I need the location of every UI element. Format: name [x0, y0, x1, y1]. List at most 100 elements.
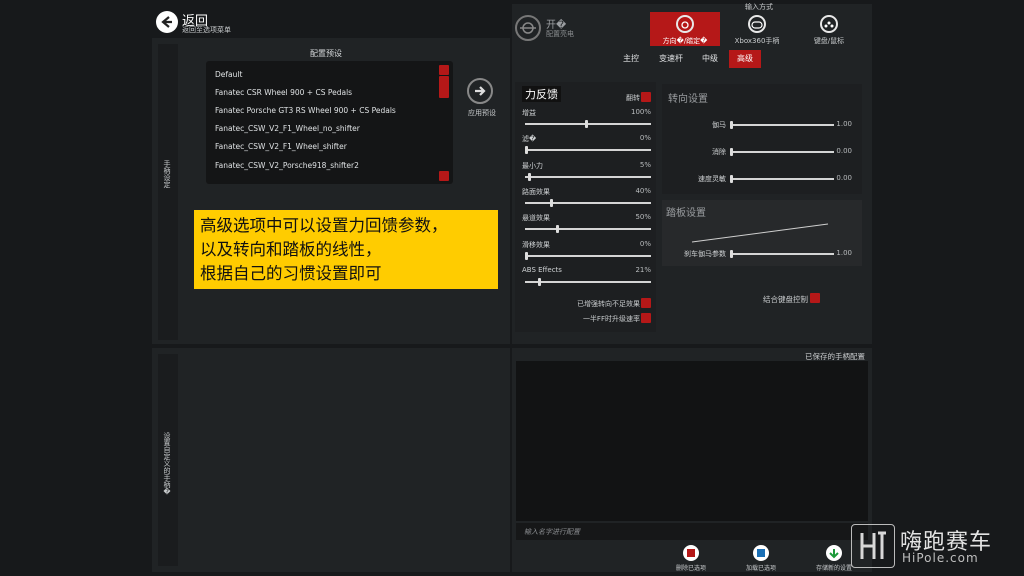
ff-slider-label: 最小力 [522, 161, 543, 170]
ff-slider-value: 5% [639, 160, 651, 169]
saved-configs-list[interactable] [516, 361, 868, 521]
caption-line: 高级选项中可以设置力回馈参数， [200, 216, 448, 235]
load-selected-button[interactable]: 加载已选项 [742, 545, 780, 575]
input-option-label: 键盘/鼠标 [813, 37, 845, 45]
steering-slider-value: 0.00 [836, 147, 852, 155]
pedals-title: 踏板设置 [666, 208, 706, 219]
back-sublabel: 返回至选项菜单 [182, 26, 231, 34]
slider-knob[interactable] [585, 120, 588, 128]
brake-gamma-slider[interactable] [730, 250, 834, 258]
load-label: 加载已选项 [745, 565, 776, 572]
invert-checkbox[interactable] [641, 92, 651, 102]
slider-knob[interactable] [550, 198, 553, 207]
mode-sublabel: 配置亮电 [546, 30, 574, 38]
tab-shifter[interactable]: 变速杆 [652, 50, 690, 68]
ff-slider-label: 路面效果 [522, 187, 550, 196]
ff-slider-label: 滑移效果 [522, 240, 550, 249]
keyboard-mouse-icon [820, 15, 838, 33]
slider-knob[interactable] [528, 172, 531, 181]
preset-item[interactable]: Fanatec Porsche GT3 RS Wheel 900 + CS Pe… [215, 106, 396, 115]
ff-slider-value: 0% [639, 134, 651, 143]
preset-item[interactable]: Fanatec_CSW_V2_Porsche918_shifter2 [215, 161, 359, 170]
preset-item[interactable]: Fanatec CSR Wheel 900 + CS Pedals [215, 88, 352, 97]
ff-slider[interactable] [525, 120, 651, 128]
gamepad-icon [748, 15, 766, 33]
caption-line: 以及转向和踏板的线性， [200, 240, 382, 259]
save-new-button[interactable]: 存储新的设置 [814, 545, 854, 575]
ff-slider[interactable] [525, 146, 651, 155]
scroll-down-button[interactable] [439, 171, 449, 181]
steering-title: 转向设置 [668, 94, 708, 105]
ff-slider-value: 50% [635, 213, 651, 222]
input-option-keyboard[interactable]: 键盘/鼠标 [794, 12, 864, 46]
ff-slider[interactable] [525, 251, 651, 260]
input-option-wheel[interactable]: 方向�/踏定� [650, 12, 720, 46]
scroll-thumb[interactable] [439, 76, 449, 98]
pedal-curve [691, 223, 829, 243]
steering-slider-value: 1.00 [836, 120, 852, 128]
delete-selected-button[interactable]: 删除已选项 [672, 545, 710, 575]
slider-knob[interactable] [525, 146, 528, 155]
save-icon [826, 545, 842, 561]
steering-slider[interactable] [730, 148, 834, 156]
ff-slider-label: 增益 [522, 109, 536, 117]
tab-intermediate[interactable]: 中级 [694, 50, 726, 68]
delete-icon [683, 545, 699, 561]
delete-label: 删除已选项 [675, 565, 706, 572]
ff-slider[interactable] [525, 225, 651, 234]
wheel-pedal-icon [676, 15, 694, 33]
preset-item[interactable]: Fanatec_CSW_V2_F1_Wheel_shifter [215, 142, 347, 151]
ff-slider-label: 滤� [522, 135, 537, 144]
input-method-title: 输入方式 [745, 3, 773, 11]
input-option-xbox[interactable]: Xbox360手柄 [722, 12, 792, 46]
preset-title: 配置预设 [310, 49, 342, 58]
game-settings-screen: 返回 返回至选项菜单 手柄设定 配置预设 Default Fanatec CSR… [0, 0, 1024, 576]
understeer-checkbox[interactable] [641, 298, 651, 308]
steering-slider[interactable] [730, 121, 834, 129]
steering-wheel-icon [515, 15, 541, 41]
caption-line: 根据自己的习惯设置即可 [200, 264, 382, 283]
slider-knob[interactable] [556, 225, 559, 234]
preset-item[interactable]: Default [215, 70, 242, 79]
slider-knob[interactable] [730, 148, 733, 156]
ff-slider-value: 0% [639, 239, 651, 248]
steering-slider-label: 速度灵敏 [698, 175, 726, 183]
force-feedback-title: 力反馈 [522, 86, 561, 102]
rate-label: 一半FF时升级速率 [582, 315, 640, 323]
apply-preset-button[interactable]: 应用预设 [466, 78, 496, 118]
ff-slider-label: 悬道效果 [522, 214, 550, 223]
input-option-label: Xbox360手柄 [734, 37, 780, 45]
left-sidebar-top [158, 44, 178, 340]
scroll-up-button[interactable] [439, 65, 449, 75]
rate-checkbox[interactable] [641, 313, 651, 323]
hipole-logo-icon [851, 524, 895, 568]
ff-slider[interactable] [525, 277, 651, 286]
ff-slider[interactable] [525, 198, 651, 207]
back-button[interactable]: 返回 返回至选项菜单 [156, 11, 246, 35]
ff-slider-value: 100% [630, 108, 651, 116]
input-option-label: 方向�/踏定� [662, 37, 708, 45]
slider-knob[interactable] [730, 121, 733, 129]
understeer-label: 已增强转向不足效果 [577, 300, 640, 308]
ff-slider-value: 40% [635, 186, 651, 195]
sidebar-label-bottom: 设置自定义的手柄� [163, 432, 171, 496]
slider-knob[interactable] [730, 175, 733, 183]
invert-label: 翻转 [626, 94, 640, 102]
ff-slider[interactable] [525, 172, 651, 181]
brake-gamma-label: 刹车伽马参数 [684, 250, 726, 258]
tab-advanced[interactable]: 高级 [729, 50, 761, 68]
steering-slider[interactable] [730, 175, 834, 183]
slider-knob[interactable] [525, 251, 528, 260]
ff-slider-value: 21% [635, 265, 651, 274]
slider-knob[interactable] [730, 250, 733, 258]
tab-main[interactable]: 主控 [615, 50, 647, 68]
load-icon [753, 545, 769, 561]
combine-keyboard-checkbox[interactable] [810, 293, 820, 303]
back-arrow-icon [156, 11, 178, 33]
preset-item[interactable]: Fanatec_CSW_V2_F1_Wheel_no_shifter [215, 124, 360, 133]
slider-knob[interactable] [538, 277, 541, 286]
config-name-placeholder: 输入名字进行配置 [524, 528, 580, 536]
steering-slider-label: 消除 [712, 148, 726, 156]
steering-slider-label: 伽马 [712, 121, 726, 129]
brake-gamma-value: 1.00 [836, 249, 852, 257]
